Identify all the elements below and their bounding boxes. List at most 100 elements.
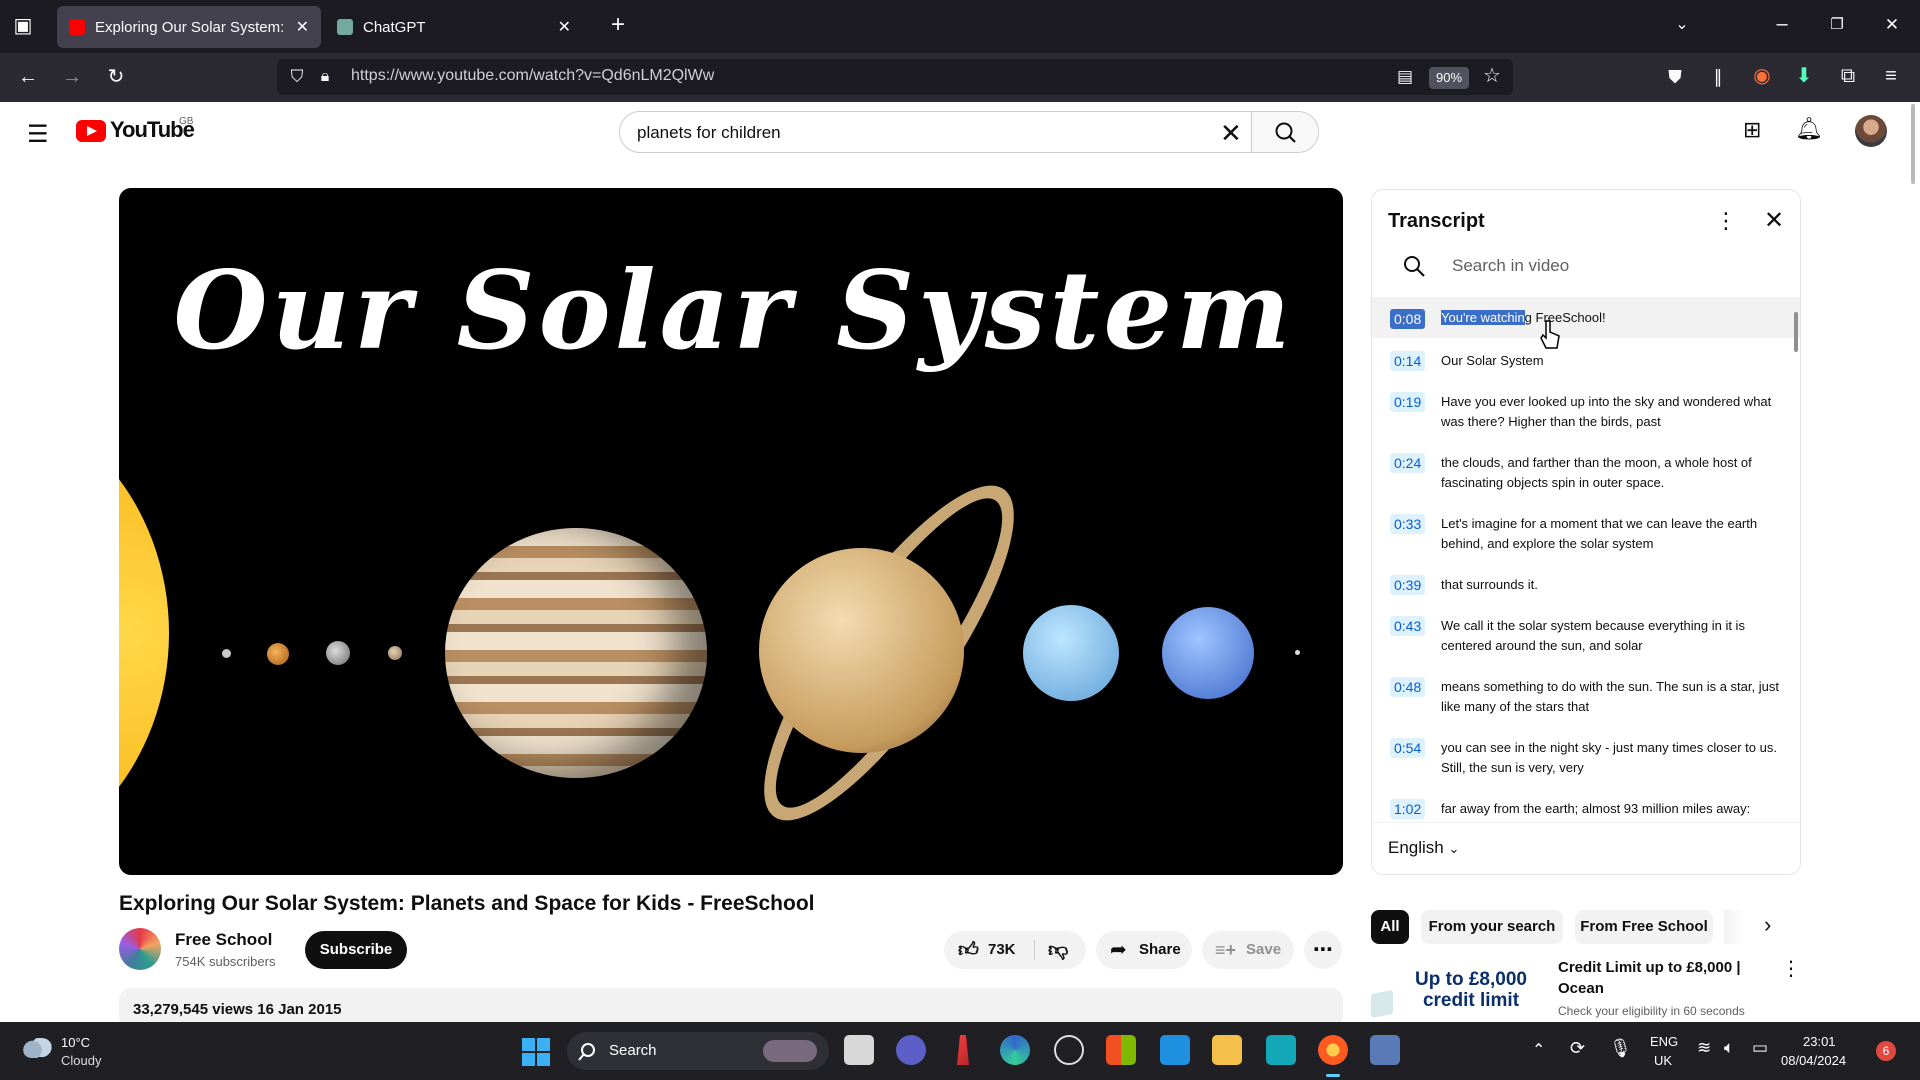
library-icon[interactable]: ∥	[1705, 67, 1731, 87]
transcript-segment[interactable]: 1:02 far away from the earth; almost 93 …	[1372, 799, 1800, 821]
more-actions-icon[interactable]: ⋯	[1304, 931, 1342, 969]
transcript-search-input[interactable]: Search in video	[1452, 256, 1569, 276]
lock-icon[interactable]: 🔒︎	[312, 67, 338, 87]
tab-youtube[interactable]: Exploring Our Solar System: Pla ✕	[57, 6, 321, 48]
ad-title[interactable]: Credit Limit up to £8,000 | Ocean	[1558, 957, 1758, 999]
app-icon[interactable]	[1370, 1035, 1400, 1065]
segment-timestamp[interactable]: 0:19	[1390, 392, 1426, 412]
segment-timestamp[interactable]: 0:54	[1390, 738, 1426, 758]
save-button[interactable]: ≡+ Save	[1202, 931, 1294, 969]
store-icon[interactable]	[1106, 1035, 1136, 1065]
file-explorer-icon[interactable]	[1212, 1035, 1242, 1065]
chip-from-your-search[interactable]: From your search	[1421, 910, 1563, 944]
page-scrollbar[interactable]	[1911, 104, 1915, 184]
shield-icon[interactable]: ⛉	[284, 67, 310, 87]
new-tab-icon[interactable]: +	[605, 13, 631, 37]
windows-start-icon[interactable]	[522, 1038, 550, 1066]
chevron-up-icon[interactable]: ⌃	[1532, 1040, 1545, 1060]
tab-list-icon[interactable]: ▣	[10, 16, 36, 36]
segment-timestamp[interactable]: 1:02	[1390, 799, 1426, 819]
teams-icon[interactable]	[896, 1035, 926, 1065]
transcript-segment[interactable]: 0:14 Our Solar System	[1372, 351, 1800, 381]
close-tab-icon[interactable]: ✕	[558, 17, 571, 37]
language-line1[interactable]: ENG	[1650, 1034, 1678, 1049]
weather-temp[interactable]: 10°C	[61, 1035, 90, 1050]
taskbar-search-box[interactable]: Search	[567, 1032, 829, 1070]
pen-app-icon[interactable]	[957, 1035, 969, 1065]
transcript-segment[interactable]: 0:08 You're watching FreeSchool!	[1372, 297, 1800, 338]
like-icon[interactable]: 👍︎	[958, 931, 979, 969]
segment-timestamp[interactable]: 0:24	[1390, 453, 1426, 473]
restore-icon[interactable]: ❐	[1824, 15, 1850, 35]
url-bar[interactable]: ⛉ 🔒︎ https://www.youtube.com/watch?v=Qd6…	[277, 59, 1513, 95]
dislike-icon[interactable]: 👎︎	[1048, 931, 1068, 969]
mail-icon[interactable]	[1160, 1035, 1190, 1065]
clock-date[interactable]: 08/04/2024	[1781, 1053, 1846, 1068]
reader-view-icon[interactable]: ▤	[1392, 67, 1418, 87]
transcript-segment[interactable]: 0:39 that surrounds it.	[1372, 575, 1800, 605]
ad-more-icon[interactable]: ⋮	[1781, 956, 1801, 981]
subscribe-button[interactable]: Subscribe	[305, 931, 407, 969]
reload-icon[interactable]: ↻	[103, 67, 129, 87]
notifications-bell-icon[interactable]: 🔔︎	[1795, 116, 1823, 142]
forward-icon[interactable]: →	[59, 67, 85, 87]
weather-cloud-icon[interactable]	[22, 1038, 52, 1058]
battery-icon[interactable]: ▭	[1752, 1038, 1768, 1058]
task-view-icon[interactable]	[844, 1035, 874, 1065]
pocket-icon[interactable]: ⛊	[1662, 67, 1688, 87]
microphone-icon[interactable]: 🎙︎	[1609, 1038, 1632, 1059]
sync-icon[interactable]: ⟳	[1570, 1038, 1585, 1059]
language-select[interactable]: English ⌄	[1388, 838, 1459, 858]
search-button[interactable]	[1251, 112, 1318, 152]
list-all-tabs-icon[interactable]: ⌄	[1669, 15, 1695, 35]
segment-timestamp[interactable]: 0:39	[1390, 575, 1426, 595]
clear-search-icon[interactable]: ✕	[1220, 118, 1242, 149]
segment-timestamp[interactable]: 0:14	[1390, 351, 1426, 371]
youtube-logo-icon[interactable]	[76, 120, 106, 142]
transcript-segment[interactable]: 0:43 We call it the solar system because…	[1372, 616, 1800, 666]
channel-name[interactable]: Free School	[175, 930, 272, 950]
transcript-segment[interactable]: 0:19 Have you ever looked up into the sk…	[1372, 392, 1800, 442]
segment-timestamp[interactable]: 0:48	[1390, 677, 1426, 697]
tab-chatgpt[interactable]: ChatGPT ✕	[325, 6, 583, 48]
chip-from-free-school[interactable]: From Free School	[1575, 910, 1713, 944]
close-tab-icon[interactable]: ✕	[296, 17, 309, 37]
search-input[interactable]: planets for children	[637, 123, 781, 143]
channel-avatar[interactable]	[119, 928, 161, 970]
segment-timestamp[interactable]: 0:43	[1390, 616, 1426, 636]
bookmark-star-icon[interactable]: ☆	[1479, 66, 1505, 86]
chip-all[interactable]: All	[1371, 910, 1409, 944]
like-count[interactable]: 73K	[988, 931, 1016, 969]
app-icon[interactable]	[1266, 1035, 1296, 1065]
transcript-segment[interactable]: 0:24 the clouds, and farther than the mo…	[1372, 453, 1800, 503]
minimize-icon[interactable]: –	[1769, 14, 1795, 34]
transcript-scrollbar[interactable]	[1794, 312, 1798, 352]
ad-thumbnail[interactable]: Up to £8,000 credit limit	[1371, 958, 1546, 1022]
segment-timestamp[interactable]: 0:33	[1390, 514, 1426, 534]
guide-menu-icon[interactable]: ☰	[27, 120, 49, 149]
transcript-more-icon[interactable]: ⋮	[1715, 208, 1737, 234]
download-icon[interactable]: ⬇	[1791, 66, 1817, 86]
transcript-segment[interactable]: 0:54 you can see in the night sky - just…	[1372, 738, 1800, 788]
language-line2[interactable]: UK	[1654, 1053, 1672, 1068]
transcript-segment[interactable]: 0:33 Let's imagine for a moment that we …	[1372, 514, 1800, 564]
create-video-icon[interactable]: ⊞	[1743, 117, 1761, 143]
close-window-icon[interactable]: ✕	[1879, 15, 1905, 35]
close-transcript-icon[interactable]: ✕	[1764, 206, 1784, 235]
user-avatar[interactable]	[1855, 115, 1887, 147]
wifi-icon[interactable]: ≋	[1697, 1038, 1711, 1058]
chevron-right-icon[interactable]: ›	[1764, 912, 1771, 938]
weather-desc[interactable]: Cloudy	[61, 1053, 101, 1068]
menu-icon[interactable]: ≡	[1878, 66, 1904, 86]
zoom-level[interactable]: 90%	[1429, 67, 1469, 89]
extensions-icon[interactable]: ⧉	[1835, 66, 1861, 86]
back-icon[interactable]: ←	[15, 67, 41, 87]
share-button[interactable]: ➦ Share	[1096, 931, 1192, 969]
firefox-icon[interactable]	[1318, 1035, 1348, 1065]
video-player[interactable]: Our Solar System	[119, 188, 1343, 875]
transcript-segment[interactable]: 0:48 means something to do with the sun.…	[1372, 677, 1800, 727]
clock-time[interactable]: 23:01	[1803, 1034, 1836, 1049]
notification-badge[interactable]: 6	[1876, 1041, 1896, 1061]
volume-icon[interactable]: 🔈︎	[1724, 1038, 1734, 1058]
url-text[interactable]: https://www.youtube.com/watch?v=Qd6nLM2Q…	[351, 67, 714, 85]
